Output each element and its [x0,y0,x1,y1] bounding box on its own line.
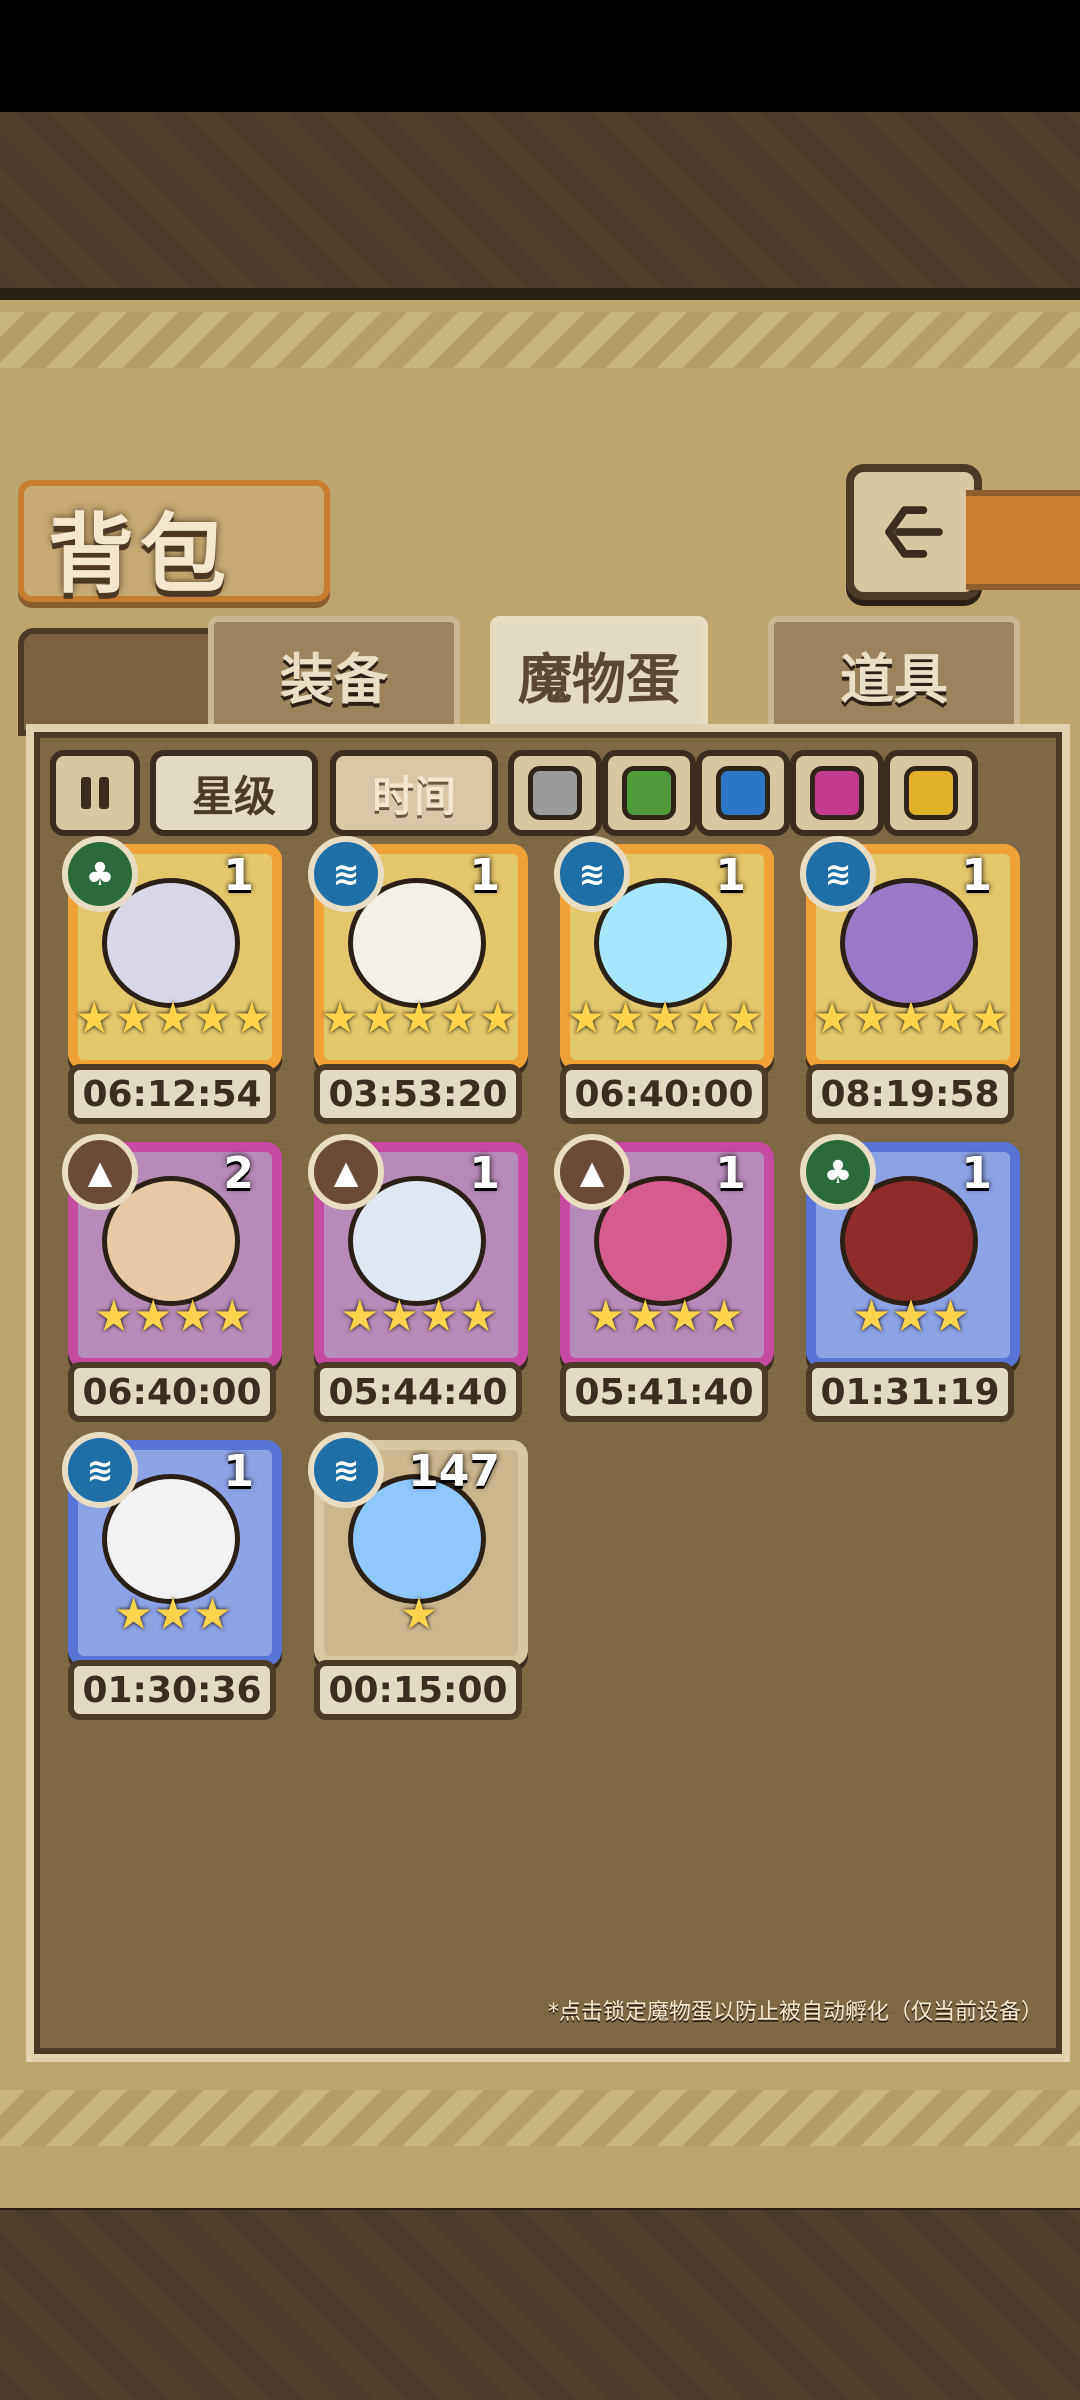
egg-card[interactable]: ≋ 1 ★★★★★ 06:40:00 [554,836,774,1132]
egg-count: 1 [223,1446,254,1497]
egg-time: 00:15:00 [314,1660,522,1720]
auto-hatch-lock-note: *点击锁定魔物蛋以防止被自动孵化（仅当前设备） [548,2000,1044,2025]
tab-monster-eggs[interactable]: 魔物蛋 [490,616,708,732]
egg-stars: ★★★★★ [74,992,272,1044]
egg-count: 1 [715,1148,746,1199]
mountain-icon: ▲ [308,1134,384,1210]
egg-time: 06:40:00 [560,1064,768,1124]
egg-stars: ★★★ [851,1290,971,1342]
back-button[interactable] [846,464,982,600]
zigzag-bottom [0,2090,1080,2146]
filter-green-button[interactable] [602,750,696,836]
egg-count: 2 [223,1148,254,1199]
egg-card[interactable]: ≋ 147 ★ 00:15:00 [308,1432,528,1728]
top-edge [0,288,1080,300]
background-bottom [0,2210,1080,2400]
tabs: 装备 魔物蛋 道具 [208,616,1058,732]
egg-stars: ★★★★ [340,1290,498,1342]
green-swatch [622,766,676,820]
filter-toggle-button[interactable] [50,750,140,836]
egg-card[interactable]: ♣ 1 ★★★★★ 06:12:54 [62,836,282,1132]
sort-star-button[interactable]: 星级 [150,750,318,836]
egg-stars: ★★★★★ [566,992,764,1044]
wave-icon: ≋ [554,836,630,912]
egg-card[interactable]: ≋ 1 ★★★★★ 03:53:20 [308,836,528,1132]
egg-time: 01:30:36 [68,1660,276,1720]
egg-time: 05:41:40 [560,1362,768,1422]
tabs-left-rail [18,628,224,736]
yellow-swatch [904,766,958,820]
egg-stars: ★★★★★ [812,992,1010,1044]
filter-gray-button[interactable] [508,750,602,836]
egg-time: 06:12:54 [68,1064,276,1124]
blue-swatch [716,766,770,820]
egg-count: 1 [715,850,746,901]
pause-icon [81,777,109,809]
leaf-icon: ♣ [800,1134,876,1210]
status-bar [0,0,1080,112]
wave-icon: ≋ [62,1432,138,1508]
filter-blue-button[interactable] [696,750,790,836]
egg-card[interactable]: ▲ 1 ★★★★ 05:41:40 [554,1134,774,1430]
filter-bar: 星级 时间 [50,750,1050,836]
egg-time: 01:31:19 [806,1362,1014,1422]
tab-items[interactable]: 道具 [768,616,1020,732]
background-top [0,112,1080,302]
page-title: 背包 [48,505,232,605]
egg-time: 08:19:58 [806,1064,1014,1124]
egg-card[interactable]: ♣ 1 ★★★ 01:31:19 [800,1134,1020,1430]
mountain-icon: ▲ [62,1134,138,1210]
egg-card[interactable]: ▲ 1 ★★★★ 05:44:40 [308,1134,528,1430]
egg-card[interactable]: ≋ 1 ★★★ 01:30:36 [62,1432,282,1728]
pink-swatch [810,766,864,820]
leaf-icon: ♣ [62,836,138,912]
egg-count: 1 [961,1148,992,1199]
filter-yellow-button[interactable] [884,750,978,836]
egg-stars: ★★★★★ [320,992,518,1044]
egg-time: 05:44:40 [314,1362,522,1422]
egg-count: 1 [223,850,254,901]
zigzag-top [0,312,1080,368]
wave-icon: ≋ [800,836,876,912]
egg-count: 1 [469,850,500,901]
back-button-rail [966,490,1080,590]
egg-card[interactable]: ≋ 1 ★★★★★ 08:19:58 [800,836,1020,1132]
egg-stars: ★★★★ [586,1290,744,1342]
sort-time-button[interactable]: 时间 [330,750,498,836]
back-arrow-icon [885,506,943,558]
egg-stars: ★ [399,1588,439,1640]
egg-count: 1 [961,850,992,901]
gray-swatch [528,766,582,820]
tab-equipment[interactable]: 装备 [208,616,460,732]
mountain-icon: ▲ [554,1134,630,1210]
egg-count: 147 [408,1446,500,1497]
egg-stars: ★★★ [113,1588,233,1640]
wave-icon: ≋ [308,1432,384,1508]
egg-card[interactable]: ▲ 2 ★★★★ 06:40:00 [62,1134,282,1430]
egg-stars: ★★★★ [94,1290,252,1342]
wave-icon: ≋ [308,836,384,912]
egg-time: 06:40:00 [68,1362,276,1422]
filter-pink-button[interactable] [790,750,884,836]
egg-count: 1 [469,1148,500,1199]
egg-time: 03:53:20 [314,1064,522,1124]
